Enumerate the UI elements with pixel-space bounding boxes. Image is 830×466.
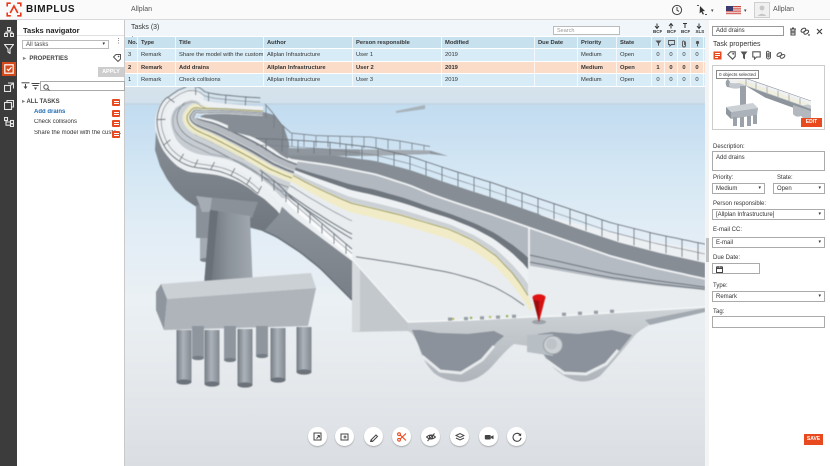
svg-text:BCF: BCF (653, 29, 662, 34)
svg-text:BCF: BCF (681, 29, 690, 34)
svg-text:BCF: BCF (667, 29, 676, 34)
svg-text:XLS: XLS (696, 29, 705, 34)
